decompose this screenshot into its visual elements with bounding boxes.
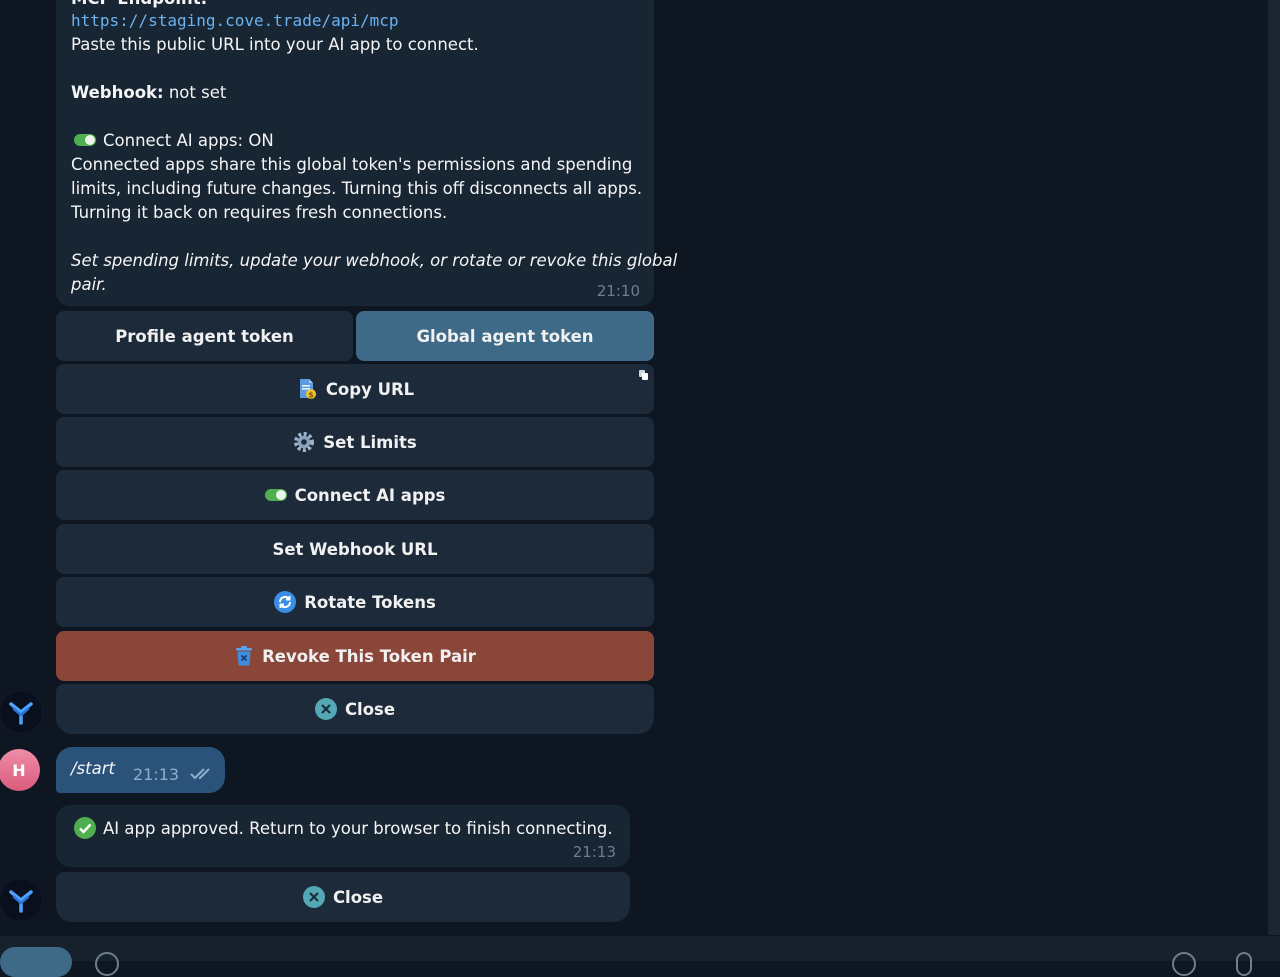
footer-text-1: Set spending limits, update your webhook… (71, 251, 678, 270)
bot-avatar[interactable] (0, 878, 43, 922)
toggle-on-icon (264, 489, 287, 501)
close-button[interactable]: Close (56, 684, 654, 734)
revoke-token-pair-button[interactable]: Revoke This Token Pair (56, 631, 654, 681)
global-token-label: Global agent token (416, 326, 594, 346)
copy-icon (639, 370, 648, 380)
revoke-label: Revoke This Token Pair (262, 646, 476, 666)
webhook-label: Webhook: (71, 83, 164, 102)
emoji-icon[interactable] (1172, 952, 1196, 976)
check-circle-icon (74, 816, 96, 839)
approved-close-label: Close (332, 887, 384, 907)
profile-token-button[interactable]: Profile agent token (56, 311, 353, 361)
gear-icon (293, 431, 315, 453)
document-coin-icon: $ (296, 378, 318, 400)
approved-message-bubble: AI app approved. Return to your browser … (56, 805, 630, 867)
bot-message-bubble: MCP Endpoint: https://staging.cove.trade… (56, 0, 677, 306)
outgoing-message-text: /start (71, 759, 115, 778)
connect-desc-3: Turning it back on requires fresh connec… (71, 203, 448, 222)
close-label: Close (344, 699, 396, 719)
set-limits-button[interactable]: Set Limits (56, 417, 654, 467)
set-webhook-button[interactable]: Set Webhook URL (56, 524, 654, 574)
close-circle-icon (302, 886, 325, 908)
refresh-icon (274, 591, 297, 613)
chat-scrollbar[interactable] (1268, 0, 1280, 935)
connect-status: Connect AI apps: ON (103, 131, 274, 150)
message-input-bar[interactable] (0, 936, 1280, 961)
menu-button[interactable] (0, 947, 72, 977)
microphone-icon[interactable] (1236, 952, 1252, 976)
svg-text:$: $ (308, 391, 314, 400)
connect-status-line: Connect AI apps: ON (74, 129, 274, 153)
connect-ai-apps-button[interactable]: Connect AI apps (56, 470, 654, 520)
trash-icon (234, 645, 254, 667)
rotate-tokens-label: Rotate Tokens (304, 592, 436, 612)
endpoint-url-link[interactable]: https://staging.cove.trade/api/mcp (71, 9, 399, 33)
profile-token-label: Profile agent token (115, 326, 294, 346)
endpoint-hint: Paste this public URL into your AI app t… (71, 35, 479, 54)
bot-logo-icon (9, 702, 33, 725)
toggle-on-icon (74, 134, 96, 146)
user-avatar[interactable]: H (0, 749, 40, 791)
footer-text-2: pair. (71, 275, 107, 294)
close-circle-icon (314, 698, 337, 720)
set-webhook-label: Set Webhook URL (272, 539, 438, 559)
connect-desc-1: Connected apps share this global token's… (71, 155, 633, 174)
set-limits-label: Set Limits (323, 432, 417, 452)
message-time: 21:10 (596, 282, 640, 300)
approved-text: AI app approved. Return to your browser … (103, 819, 613, 838)
approved-time: 21:13 (572, 843, 616, 861)
double-check-icon (190, 768, 210, 780)
copy-url-label: Copy URL (325, 379, 415, 399)
approved-line: AI app approved. Return to your browser … (74, 816, 613, 841)
bot-logo-icon (9, 890, 33, 913)
copy-url-button[interactable]: $ Copy URL (56, 364, 654, 414)
bot-avatar[interactable] (0, 690, 43, 734)
rotate-tokens-button[interactable]: Rotate Tokens (56, 577, 654, 627)
connect-ai-apps-label: Connect AI apps (294, 485, 446, 505)
outgoing-message-bubble: /start 21:13 (56, 747, 225, 793)
attach-icon[interactable] (95, 952, 119, 976)
global-token-button[interactable]: Global agent token (356, 311, 654, 361)
webhook-line: Webhook: not set (71, 81, 226, 105)
approved-close-button[interactable]: Close (56, 872, 630, 922)
outgoing-message-time: 21:13 (133, 765, 180, 784)
webhook-value: not set (163, 83, 227, 102)
connect-desc-2: limits, including future changes. Turnin… (71, 179, 643, 198)
